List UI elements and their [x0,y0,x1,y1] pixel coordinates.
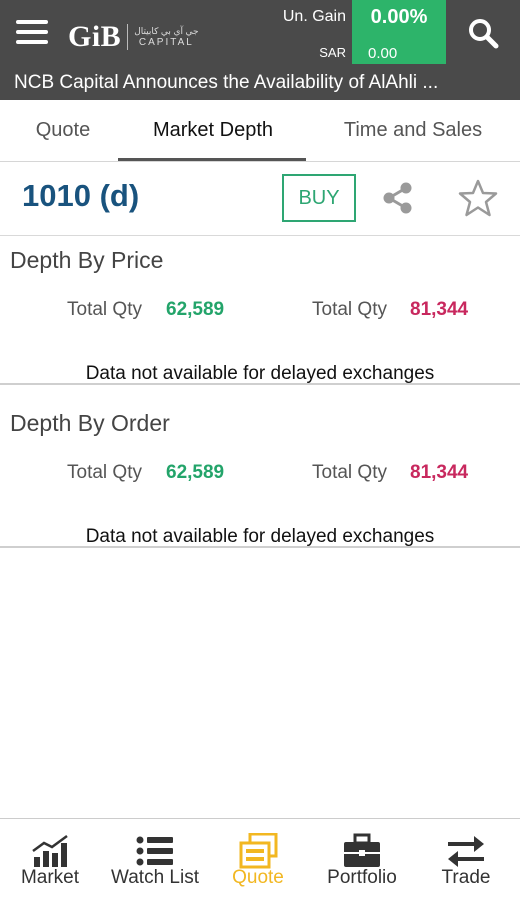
buy-button[interactable]: BUY [282,174,356,222]
nav-label: Quote [232,867,284,888]
gain-value: 0.00% [370,6,428,28]
depth-by-order-section: Depth By Order Total Qty 62,589 Total Qt… [0,400,520,548]
logo-divider [127,24,129,50]
ask-total-qty-value: 81,344 [410,462,469,483]
tab-market-depth[interactable]: Market Depth [118,100,308,162]
gain-label: Un. Gain [282,8,346,25]
app-logo: GiB جي آي بي كابيتال CAPITAL [68,20,199,54]
nav-trade[interactable]: Trade [418,819,514,900]
bottom-navigation: Market Watch List Quote Portfolio Trade [0,818,520,900]
depth-by-price-section: Depth By Price Total Qty 62,589 Total Qt… [0,237,520,385]
currency-label: SAR [319,45,346,60]
stock-symbol: 1010 (d) [22,178,140,213]
bid-total-qty-value: 62,589 [166,299,225,320]
menu-icon[interactable] [16,20,50,48]
logo-capital: CAPITAL [138,36,194,48]
ask-total-qty-label: Total Qty [312,299,387,320]
news-ticker[interactable]: NCB Capital Announces the Availability o… [0,68,520,100]
ask-total-qty-value: 81,344 [410,299,469,320]
swap-arrows-icon [448,836,484,867]
no-data-message: Data not available for delayed exchanges [85,526,435,547]
no-data-message: Data not available for delayed exchanges [85,363,435,384]
nav-label: Watch List [111,867,199,888]
nav-quote[interactable]: Quote [210,819,306,900]
tab-quote[interactable]: Quote [0,100,126,162]
nav-label: Portfolio [327,867,397,888]
market-chart-icon [32,834,68,867]
nav-portfolio[interactable]: Portfolio [310,819,414,900]
favorite-star-icon[interactable] [458,178,498,218]
bid-total-qty-label: Total Qty [67,462,142,483]
search-icon[interactable] [466,16,500,50]
ask-total-qty-label: Total Qty [312,462,387,483]
nav-label: Market [20,867,80,888]
section-title: Depth By Price [10,247,164,273]
nav-label: Trade [441,867,491,888]
active-tab-indicator [118,158,306,161]
currency-value: 0.00 [368,45,398,62]
gain-box: 0.00% 0.00 [352,0,446,64]
section-title: Depth By Order [10,410,170,436]
bid-total-qty-label: Total Qty [67,299,142,320]
bid-total-qty-value: 62,589 [166,462,225,483]
logo-subtext: جي آي بي كابيتال CAPITAL [134,26,198,49]
logo-arabic: جي آي بي كابيتال [134,25,199,36]
logo-text: GiB [68,20,122,53]
briefcase-icon [344,833,380,867]
list-icon [136,836,173,866]
nav-market[interactable]: Market [0,819,100,900]
share-icon[interactable] [380,180,416,216]
quote-icon [239,833,278,869]
stock-header: 1010 (d) BUY [0,162,520,236]
tab-time-and-sales[interactable]: Time and Sales [318,100,508,162]
nav-watch-list[interactable]: Watch List [100,819,210,900]
app-header: GiB جي آي بي كابيتال CAPITAL Un. Gain SA… [0,0,520,100]
quote-tabs: Quote Market Depth Time and Sales [0,100,520,162]
